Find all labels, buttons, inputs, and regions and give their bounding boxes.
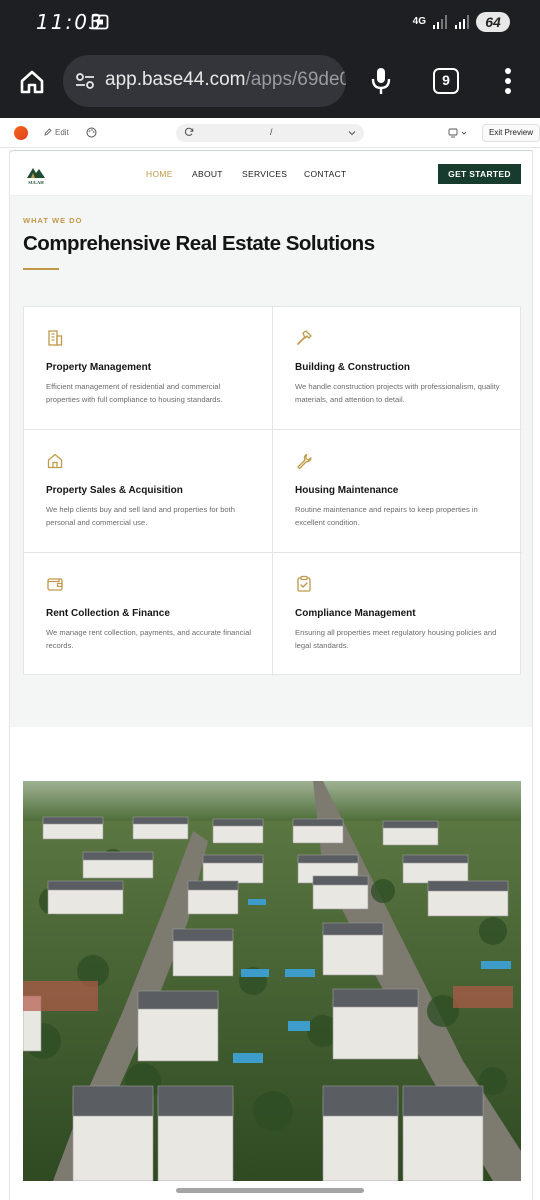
palette-icon[interactable] [86,127,97,138]
section-eyebrow: WHAT WE DO [23,216,83,225]
exit-preview-button[interactable]: Exit Preview [482,124,540,142]
wrench-icon [297,453,312,470]
service-card-building-construction[interactable]: Building & Construction We handle constr… [273,307,522,430]
service-title: Property Sales & Acquisition [46,485,183,496]
service-title: Building & Construction [295,362,410,373]
edit-icon [44,128,52,136]
network-type: 4G [412,16,426,27]
address-bar[interactable]: app.base44.com/apps/69de0e3 [63,55,346,107]
hammer-icon [297,330,312,345]
get-started-button[interactable]: GET STARTED [438,164,521,184]
services-grid: Property Management Efficient management… [23,306,522,676]
more-menu-icon[interactable] [500,66,516,96]
heading-underline [23,268,59,270]
service-description: Ensuring all properties meet regulatory … [295,628,497,650]
service-card-rent-collection[interactable]: Rent Collection & Finance We manage rent… [24,553,273,676]
section-heading: Comprehensive Real Estate Solutions [23,232,375,255]
signal-icon-2 [455,15,469,29]
aerial-housing-photo [23,781,521,1181]
service-card-compliance[interactable]: Compliance Management Ensuring all prope… [273,553,522,676]
screen-record-icon [91,14,109,30]
base44-logo[interactable] [14,126,28,140]
preview-toolbar: Edit / Exit Preview [0,118,540,148]
url-path: /apps/69de0e3 [245,69,347,90]
status-bar: 11:03 4G 64 [0,0,540,46]
nav-about[interactable]: ABOUT [192,169,223,179]
battery-indicator: 64 [476,12,510,32]
service-description: Routine maintenance and repairs to keep … [295,505,478,527]
edit-label: Edit [55,128,69,137]
building-icon [48,330,63,346]
url-text: app.base44.com/apps/69de0e3 [105,69,346,91]
site-navbar: SULAH HOME ABOUT SERVICES CONTACT GET ST… [10,150,532,196]
sulah-logo[interactable]: SULAH [22,161,50,187]
service-description: Efficient management of residential and … [46,382,223,404]
site-preview: SULAH HOME ABOUT SERVICES CONTACT GET ST… [9,150,533,1200]
clipboard-check-icon [297,575,311,592]
service-title: Rent Collection & Finance [46,608,170,619]
service-description: We handle construction projects with pro… [295,382,500,404]
service-description: We help clients buy and sell land and pr… [46,505,235,527]
image-section [10,727,532,1200]
service-card-housing-maintenance[interactable]: Housing Maintenance Routine maintenance … [273,430,522,553]
tab-switcher-button[interactable]: 9 [433,68,459,94]
url-host: app.base44.com [105,69,246,90]
route-selector[interactable]: / [176,124,364,142]
service-card-property-sales[interactable]: Property Sales & Acquisition We help cli… [24,430,273,553]
signal-icon [433,15,447,29]
service-card-property-management[interactable]: Property Management Efficient management… [24,307,273,430]
service-title: Housing Maintenance [295,485,399,496]
service-description: We manage rent collection, payments, and… [46,628,252,650]
nav-contact[interactable]: CONTACT [304,169,347,179]
wallet-icon [47,578,63,591]
home-icon [47,453,63,469]
route-path: / [270,127,273,137]
browser-toolbar: app.base44.com/apps/69de0e3 9 [0,46,540,118]
service-title: Compliance Management [295,608,416,619]
edit-button[interactable]: Edit [44,128,69,137]
home-icon[interactable] [18,68,46,96]
microphone-icon[interactable] [370,66,392,96]
device-preview-icon[interactable] [448,128,468,138]
service-title: Property Management [46,362,152,373]
refresh-icon[interactable] [184,127,194,137]
chevron-down-icon [348,131,356,136]
nav-home[interactable]: HOME [146,169,173,179]
gesture-home-bar[interactable] [176,1188,364,1193]
nav-services[interactable]: SERVICES [242,169,287,179]
site-settings-icon[interactable] [75,71,95,91]
logo-text: SULAH [28,180,44,185]
